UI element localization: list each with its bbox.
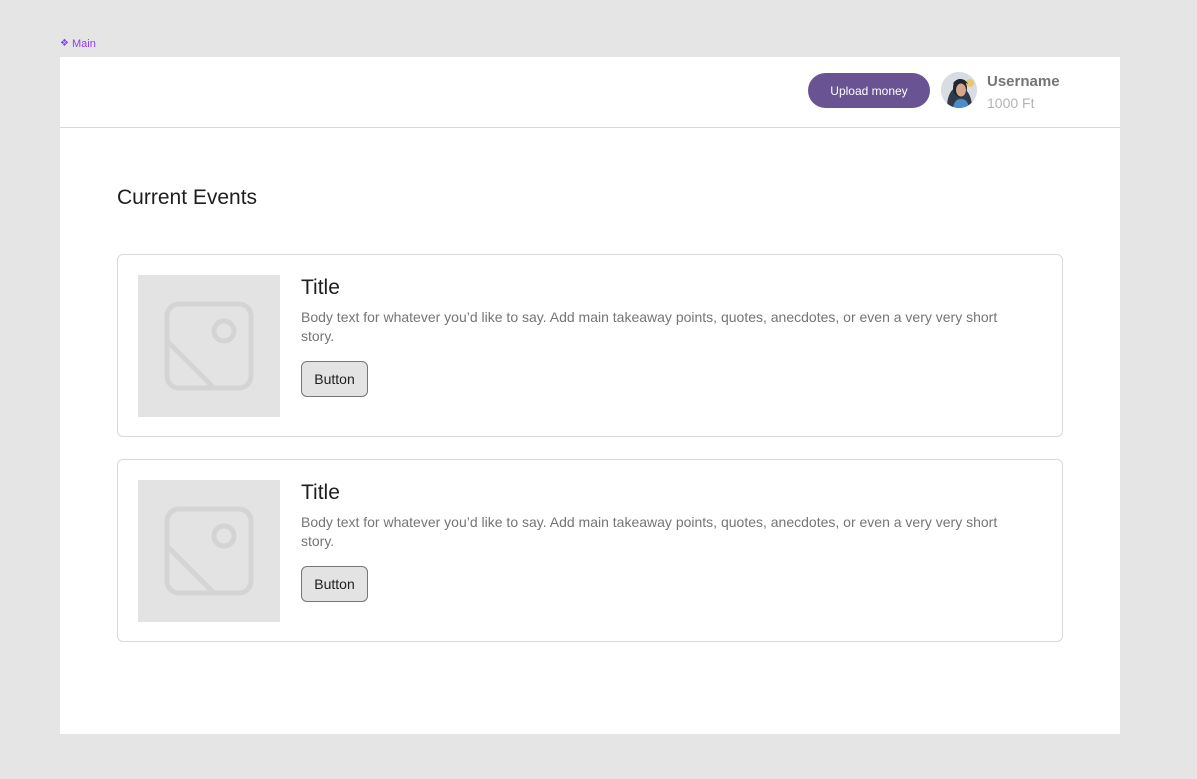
event-card: Title Body text for whatever you’d like … — [117, 254, 1063, 437]
user-balance: 1000 Ft — [987, 95, 1035, 111]
component-diamond-icon: ❖ — [60, 38, 69, 49]
event-image — [138, 480, 280, 622]
section-title: Current Events — [117, 186, 258, 209]
image-placeholder-icon — [164, 506, 254, 596]
event-button[interactable]: Button — [301, 566, 368, 602]
event-title: Title — [301, 481, 340, 504]
event-body: Body text for whatever you’d like to say… — [301, 309, 998, 344]
event-image — [138, 275, 280, 417]
user-name: Username — [987, 73, 1060, 90]
top-bar: Upload money Username 1000 Ft — [60, 57, 1120, 128]
image-placeholder-icon — [164, 301, 254, 391]
event-body: Body text for whatever you’d like to say… — [301, 514, 998, 549]
main-frame: Upload money Username 1000 Ft Current Ev… — [60, 57, 1120, 734]
event-card: Title Body text for whatever you’d like … — [117, 459, 1063, 642]
user-avatar-icon — [941, 72, 977, 108]
frame-label-text: Main — [71, 38, 96, 50]
avatar[interactable] — [941, 72, 977, 108]
frame-label: ❖ Main — [60, 37, 96, 51]
upload-money-button[interactable]: Upload money — [808, 73, 930, 108]
event-title: Title — [301, 276, 340, 299]
event-button[interactable]: Button — [301, 361, 368, 397]
